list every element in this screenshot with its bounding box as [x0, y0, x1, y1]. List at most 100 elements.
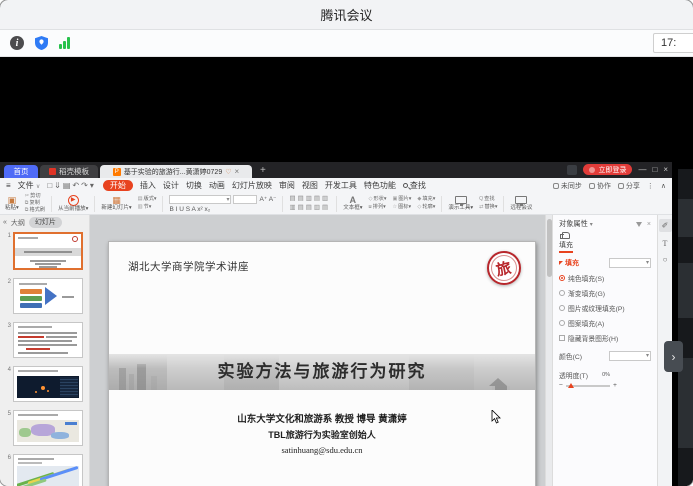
- collapse-ribbon-icon[interactable]: ∧: [661, 182, 666, 190]
- thumbnail-4[interactable]: 4: [0, 366, 89, 402]
- checkbox-icon: [559, 335, 565, 341]
- menu-view[interactable]: 视图: [302, 180, 318, 191]
- font-family-select[interactable]: [169, 195, 231, 204]
- demo-tools-button[interactable]: 演示工具▾: [448, 196, 473, 212]
- menu-devtools[interactable]: 开发工具: [325, 180, 357, 191]
- tab-home[interactable]: 首页: [4, 165, 38, 178]
- share-button[interactable]: 分享: [618, 181, 640, 191]
- fill-preset-dropdown[interactable]: [609, 258, 651, 268]
- picture-button[interactable]: ▣图片▾: [392, 197, 411, 202]
- thumbnail-1[interactable]: 1: [0, 232, 89, 270]
- slider-knob[interactable]: [568, 383, 574, 388]
- avatar: [589, 167, 595, 173]
- security-shield-icon[interactable]: [35, 36, 48, 50]
- textbox-button[interactable]: 𝐀 文本框▾: [343, 196, 362, 212]
- new-tab-button[interactable]: +: [260, 165, 266, 176]
- tab-outline[interactable]: 大纲: [11, 218, 25, 228]
- text-tool-icon[interactable]: T: [663, 239, 668, 248]
- icon-button[interactable]: ☆图标▾: [392, 205, 411, 210]
- find-button[interactable]: Q查找: [479, 197, 497, 202]
- fill-button[interactable]: ◆填充▾: [417, 197, 435, 202]
- fill-section-header[interactable]: 填充: [559, 258, 651, 268]
- share-icon: [618, 183, 624, 189]
- menu-transition[interactable]: 切换: [186, 180, 202, 191]
- meeting-toolbar: i 17:: [0, 30, 693, 57]
- vertical-scrollbar[interactable]: [545, 215, 552, 486]
- option-gradient-fill[interactable]: 渐变填充(G): [559, 288, 651, 298]
- shape-button[interactable]: ◇形状▾: [368, 197, 386, 202]
- slider-plus[interactable]: +: [613, 382, 617, 389]
- font-size-buttons[interactable]: A⁺ A⁻: [259, 195, 276, 203]
- properties-tool-icon[interactable]: ✐: [659, 219, 672, 232]
- panel-close-icon[interactable]: ×: [647, 221, 651, 228]
- close-button[interactable]: ×: [663, 165, 668, 175]
- hamburger-icon[interactable]: ≡: [6, 181, 11, 190]
- slider-minus[interactable]: −: [559, 382, 563, 389]
- find-replace-group: Q查找 ⇄替换▾: [479, 197, 497, 209]
- collaborate-icon: [589, 183, 595, 189]
- favorite-heart-icon[interactable]: ♡: [225, 168, 231, 176]
- radio-selected-icon: [559, 275, 565, 281]
- search-icon: [403, 183, 408, 188]
- menu-slideshow[interactable]: 幻灯片放映: [232, 180, 272, 191]
- login-button[interactable]: 立即登录: [583, 164, 632, 175]
- menu-design[interactable]: 设计: [163, 180, 179, 191]
- slider-track[interactable]: [566, 385, 610, 387]
- thumbnail-2[interactable]: 2: [0, 278, 89, 314]
- alpha-value: 0%: [602, 372, 610, 378]
- option-hide-background[interactable]: 隐藏背景图形(H): [559, 333, 651, 343]
- quick-access-icons[interactable]: □⇓▤↶↷▾: [47, 181, 96, 190]
- paste-button[interactable]: ▣ 粘贴▾: [5, 196, 19, 212]
- font-size-select[interactable]: [233, 195, 257, 204]
- layout-button[interactable]: ▤版式▾: [138, 197, 157, 202]
- section-button[interactable]: ▥节▾: [138, 205, 157, 210]
- color-dropdown[interactable]: [609, 351, 651, 361]
- thumbnail-3[interactable]: 3: [0, 322, 89, 358]
- menu-review[interactable]: 审阅: [279, 180, 295, 191]
- maximize-button[interactable]: □: [652, 165, 657, 175]
- meeting-sidebar-toggle[interactable]: ›: [664, 341, 683, 372]
- menu-file[interactable]: 文件 ∨: [18, 180, 41, 191]
- paragraph-group[interactable]: ▤▤▥▤▥ ▥▤▤▥▤: [289, 196, 330, 211]
- mouse-cursor: [491, 410, 501, 424]
- font-group: A⁺ A⁻ B I U S A x² x₂: [169, 195, 276, 213]
- copy-button[interactable]: ⧉复制: [25, 201, 45, 206]
- network-signal-icon[interactable]: [59, 37, 70, 49]
- menu-search[interactable]: 查找: [403, 180, 426, 191]
- tab-close-icon[interactable]: ×: [235, 167, 240, 176]
- menu-animation[interactable]: 动画: [209, 180, 225, 191]
- meeting-info-icon[interactable]: i: [10, 36, 24, 50]
- menu-start[interactable]: 开始: [103, 180, 133, 191]
- collaborate-button[interactable]: 协作: [589, 181, 611, 191]
- thumbnail-6[interactable]: 6: [0, 454, 89, 486]
- option-solid-fill[interactable]: 纯色填充(S): [559, 273, 651, 283]
- tab-docer[interactable]: 稻壳模板: [40, 165, 98, 178]
- outline-button[interactable]: ◇轮廓▾: [417, 205, 435, 210]
- more-icon[interactable]: ⋮: [647, 182, 654, 190]
- collapse-panel-icon[interactable]: «: [3, 219, 7, 226]
- remote-meeting-button[interactable]: 远程会议: [510, 196, 532, 212]
- option-pattern-fill[interactable]: 图案填充(A): [559, 318, 651, 328]
- slide-1[interactable]: 湖北大学商学院学术讲座 旅 实验方法与旅游行为研究 山东大学文化和旅游: [108, 241, 536, 486]
- new-slide-button[interactable]: ▦ 新建幻灯片▾: [101, 196, 131, 212]
- thumbnail-5[interactable]: 5: [0, 410, 89, 446]
- pin-icon[interactable]: [636, 222, 642, 227]
- play-from-current-button[interactable]: ▶ 从当前播放▾: [58, 195, 88, 213]
- fill-tab[interactable]: 填充: [559, 232, 573, 253]
- menu-insert[interactable]: 插入: [140, 180, 156, 191]
- menu-features[interactable]: 特色功能: [364, 180, 396, 191]
- sync-status[interactable]: 未同步: [553, 181, 582, 191]
- cut-button[interactable]: ✂剪切: [25, 194, 45, 199]
- minimize-button[interactable]: —: [638, 165, 646, 175]
- tab-document[interactable]: P 基于实验的旅游行...黄潇婷0729 ♡ ×: [100, 165, 252, 178]
- tab-slides[interactable]: 幻灯片: [29, 217, 62, 228]
- format-painter-button[interactable]: ⧉格式刷: [25, 208, 45, 213]
- arrange-button[interactable]: ⧈排列▾: [368, 205, 386, 210]
- paste-icon: ▣: [8, 196, 17, 205]
- clipboard-group: ✂剪切 ⧉复制 ⧉格式刷: [25, 194, 45, 214]
- font-style-buttons[interactable]: B I U S A x² x₂: [169, 206, 276, 213]
- replace-button[interactable]: ⇄替换▾: [479, 205, 497, 210]
- message-icon[interactable]: [567, 165, 577, 175]
- option-picture-fill[interactable]: 图片或纹理填充(P): [559, 303, 651, 313]
- comment-tool-icon[interactable]: ○: [663, 255, 668, 264]
